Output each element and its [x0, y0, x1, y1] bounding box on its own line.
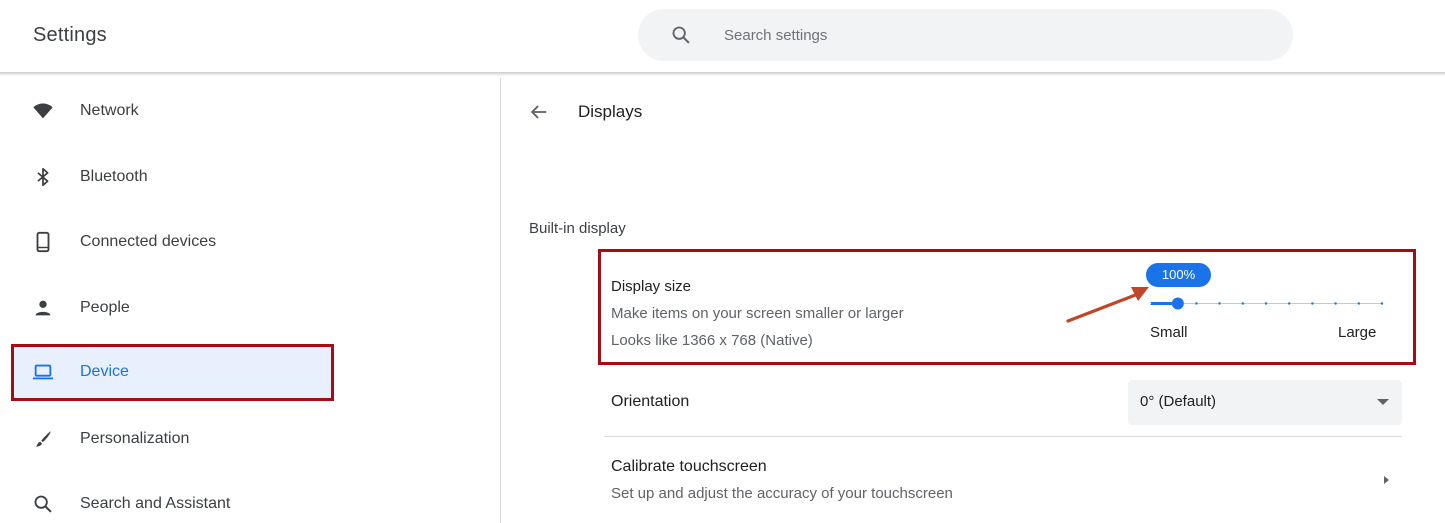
slider-tick: [1195, 302, 1198, 305]
sidebar-item-label: Search and Assistant: [80, 495, 231, 512]
header-shadow: [0, 72, 1445, 76]
sidebar-item-label: Device: [80, 363, 129, 380]
sidebar-item-people[interactable]: People: [0, 278, 330, 336]
sidebar-item-label: Bluetooth: [80, 168, 148, 185]
calibrate-touchscreen-row[interactable]: Calibrate touchscreen Set up and adjust …: [604, 437, 1402, 523]
sidebar-item-connected-devices[interactable]: Connected devices: [0, 212, 330, 270]
back-arrow-icon[interactable]: [528, 101, 550, 123]
wifi-icon: [33, 103, 53, 119]
slider-thumb[interactable]: [1171, 297, 1184, 310]
laptop-icon: [32, 364, 54, 380]
sidebar-item-label: Network: [80, 102, 139, 119]
person-icon: [35, 300, 51, 316]
calibrate-touchscreen-description: Set up and adjust the accuracy of your t…: [611, 485, 953, 502]
sidebar-item-search-and-assistant[interactable]: Search and Assistant: [0, 474, 330, 523]
display-size-slider[interactable]: [1148, 297, 1384, 310]
chevron-right-icon: [1384, 476, 1389, 484]
display-size-native-resolution: Looks like 1366 x 768 (Native): [611, 332, 813, 349]
slider-tick: [1311, 302, 1314, 305]
search-icon: [672, 26, 690, 44]
slider-tick: [1218, 302, 1221, 305]
phone-icon: [36, 231, 50, 253]
slider-tick: [1264, 302, 1268, 305]
sidebar-item-label: People: [80, 299, 130, 316]
annotation-arrow-icon: [1066, 287, 1149, 323]
page-title: Displays: [578, 102, 643, 121]
search-box[interactable]: [638, 9, 1293, 61]
slider-tick: [1241, 302, 1244, 305]
sidebar-item-bluetooth[interactable]: Bluetooth: [0, 147, 330, 205]
orientation-selected-value: 0° (Default): [1140, 393, 1217, 410]
sidebar-item-label: Personalization: [80, 430, 190, 447]
brush-icon: [36, 431, 51, 447]
slider-tick: [1288, 302, 1291, 305]
sidebar-item-device[interactable]: Device: [11, 344, 334, 401]
sidebar-item-personalization[interactable]: Personalization: [0, 409, 330, 467]
sidebar: Network Bluetooth Connected devices Peop…: [0, 78, 500, 523]
orientation-select[interactable]: 0° (Default): [1128, 380, 1402, 425]
header-bar: Settings: [0, 0, 1445, 72]
slider-tick: [1357, 302, 1360, 305]
slider-tick: [1380, 302, 1384, 305]
search-input[interactable]: [724, 22, 1244, 48]
calibrate-touchscreen-title: Calibrate touchscreen: [611, 458, 767, 475]
bluetooth-icon: [37, 167, 49, 187]
search-icon: [34, 495, 52, 513]
display-size-description: Make items on your screen smaller or lar…: [611, 305, 904, 322]
slider-max-label: Large: [1338, 324, 1377, 341]
sidebar-item-label: Connected devices: [80, 233, 217, 250]
display-size-title: Display size: [611, 278, 692, 295]
app-title: Settings: [33, 24, 107, 46]
section-label-built-in-display: Built-in display: [529, 220, 626, 237]
sidebar-divider: [500, 78, 501, 523]
orientation-label: Orientation: [611, 393, 690, 410]
dropdown-arrow-icon: [1377, 399, 1389, 405]
sidebar-item-network[interactable]: Network: [0, 81, 330, 139]
slider-tick: [1334, 302, 1337, 305]
